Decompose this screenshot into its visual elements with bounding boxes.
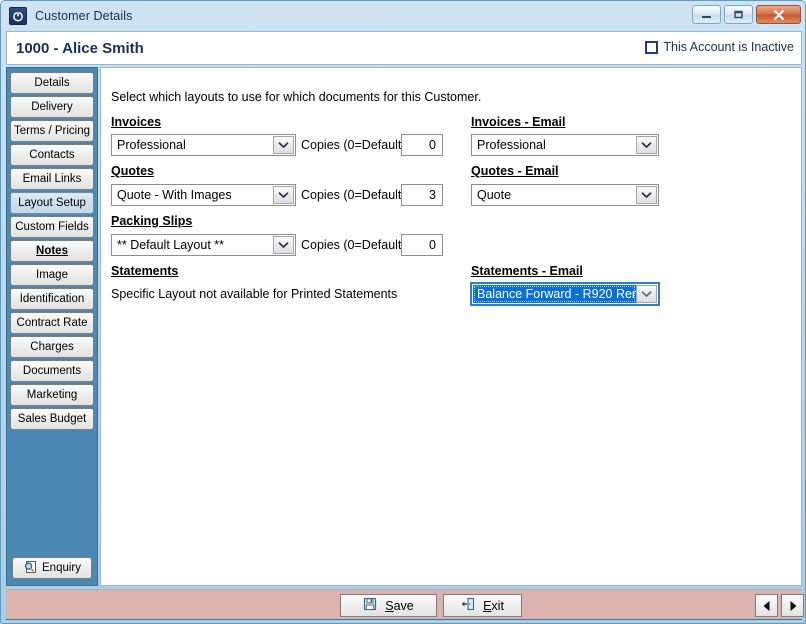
sidebar-item-label: Sales Budget <box>17 413 87 425</box>
statements-heading: Statements <box>111 264 179 278</box>
intro-text: Select which layouts to use for which do… <box>111 90 482 104</box>
quotes-heading: Quotes <box>111 164 155 178</box>
sidebar-item-label: Delivery <box>31 101 73 113</box>
sidebar-item-label: Email Links <box>22 173 82 185</box>
quotes-copies-label: Copies (0=Default) <box>301 188 406 202</box>
magnifier-document-icon <box>23 560 37 577</box>
packing-slips-layout-select[interactable]: ** Default Layout ** <box>111 234 296 256</box>
quotes-layout-value: Quote - With Images <box>117 188 232 202</box>
invoices-email-heading: Invoices - Email <box>471 115 566 129</box>
enquiry-label: Enquiry <box>42 562 81 574</box>
chevron-down-icon[interactable] <box>636 285 657 303</box>
save-label-rest: ave <box>393 598 414 613</box>
save-mnemonic: S <box>385 598 394 613</box>
statements-note: Specific Layout not available for Printe… <box>111 287 398 301</box>
exit-label-rest: xit <box>491 598 504 613</box>
chevron-down-icon[interactable] <box>273 136 294 154</box>
sidebar-item-label: Custom Fields <box>15 221 89 233</box>
statements-email-layout-select[interactable]: Balance Forward - R920 Remittan <box>470 282 660 306</box>
exit-label: Exit <box>483 599 504 613</box>
invoices-copies-label: Copies (0=Default) <box>301 138 406 152</box>
sidebar-item-label: Charges <box>30 341 74 353</box>
sidebar-item-custom-fields[interactable]: Custom Fields <box>10 216 94 238</box>
sidebar-item-contract-rate[interactable]: Contract Rate <box>10 312 94 334</box>
sidebar-item-label: Notes <box>36 245 68 257</box>
enquiry-button[interactable]: Enquiry <box>12 557 92 579</box>
sidebar-item-documents[interactable]: Documents <box>10 360 94 382</box>
chevron-down-icon[interactable] <box>273 236 294 254</box>
sidebar-item-label: Details <box>34 77 70 89</box>
quotes-email-layout-value: Quote <box>477 188 512 202</box>
title-bar: Customer Details <box>2 2 806 29</box>
footer-toolbar: Save Exit <box>6 589 804 620</box>
triangle-right-icon[interactable] <box>781 594 804 617</box>
floppy-disk-icon <box>363 597 377 614</box>
sidebar-item-label: Image <box>36 269 68 281</box>
exit-button[interactable]: Exit <box>443 594 522 617</box>
sidebar: Details Delivery Terms / Pricing Contact… <box>6 67 98 586</box>
customer-header: 1000 - Alice Smith This Account is Inact… <box>6 31 802 65</box>
statements-email-heading: Statements - Email <box>471 264 583 278</box>
customer-details-window: Customer Details 1000 - Alice Smith This… <box>0 0 806 624</box>
save-label: Save <box>385 599 414 613</box>
sidebar-item-charges[interactable]: Charges <box>10 336 94 358</box>
sidebar-item-label: Contacts <box>29 149 75 161</box>
exit-door-icon <box>461 597 475 614</box>
invoices-layout-value: Professional <box>117 138 186 152</box>
layout-setup-panel: Select which layouts to use for which do… <box>100 67 802 586</box>
sidebar-item-label: Contract Rate <box>16 317 88 329</box>
window-title: Customer Details <box>35 8 133 23</box>
packing-slips-layout-value: ** Default Layout ** <box>117 238 225 252</box>
sidebar-item-label: Documents <box>22 365 82 377</box>
sidebar-item-email-links[interactable]: Email Links <box>10 168 94 190</box>
restore-icon[interactable] <box>724 5 753 24</box>
sidebar-item-label: Terms / Pricing <box>13 125 91 137</box>
sidebar-item-label: Layout Setup <box>18 197 86 209</box>
sidebar-item-delivery[interactable]: Delivery <box>10 96 94 118</box>
quotes-copies-input[interactable]: 3 <box>401 184 443 206</box>
window-controls <box>692 5 801 24</box>
quotes-email-heading: Quotes - Email <box>471 164 559 178</box>
invoices-email-layout-value: Professional <box>477 138 546 152</box>
invoices-copies-input[interactable]: 0 <box>401 134 443 156</box>
sidebar-item-image[interactable]: Image <box>10 264 94 286</box>
triangle-left-icon[interactable] <box>755 594 778 617</box>
sidebar-item-label: Identification <box>19 293 85 305</box>
sidebar-item-label: Marketing <box>26 389 78 401</box>
sidebar-item-contacts[interactable]: Contacts <box>10 144 94 166</box>
quotes-email-layout-select[interactable]: Quote <box>471 184 659 206</box>
invoices-heading: Invoices <box>111 115 162 129</box>
inactive-checkbox[interactable] <box>645 40 659 54</box>
chevron-down-icon[interactable] <box>636 136 657 154</box>
minimize-icon[interactable] <box>692 5 721 24</box>
packing-slips-heading: Packing Slips <box>111 214 193 228</box>
close-icon[interactable] <box>756 5 801 24</box>
save-button[interactable]: Save <box>340 594 437 617</box>
inactive-label: This Account is Inactive <box>663 40 794 54</box>
sidebar-item-layout-setup[interactable]: Layout Setup <box>10 192 94 214</box>
sidebar-item-notes[interactable]: Notes <box>10 240 94 262</box>
inactive-account-field[interactable]: This Account is Inactive <box>645 40 794 54</box>
sidebar-item-marketing[interactable]: Marketing <box>10 384 94 406</box>
packing-slips-copies-input[interactable]: 0 <box>401 234 443 256</box>
invoices-layout-select[interactable]: Professional <box>111 134 296 156</box>
sidebar-item-terms-pricing[interactable]: Terms / Pricing <box>10 120 94 142</box>
sidebar-item-identification[interactable]: Identification <box>10 288 94 310</box>
statements-email-layout-value: Balance Forward - R920 Remittan <box>473 285 636 303</box>
packing-slips-copies-label: Copies (0=Default) <box>301 238 406 252</box>
sidebar-item-sales-budget[interactable]: Sales Budget <box>10 408 94 430</box>
quotes-layout-select[interactable]: Quote - With Images <box>111 184 296 206</box>
sidebar-item-details[interactable]: Details <box>10 72 94 94</box>
power-icon <box>9 6 27 25</box>
chevron-down-icon[interactable] <box>636 186 657 204</box>
invoices-email-layout-select[interactable]: Professional <box>471 134 659 156</box>
sidebar-tab-list: Details Delivery Terms / Pricing Contact… <box>7 68 97 430</box>
chevron-down-icon[interactable] <box>273 186 294 204</box>
page-title: 1000 - Alice Smith <box>16 39 144 57</box>
